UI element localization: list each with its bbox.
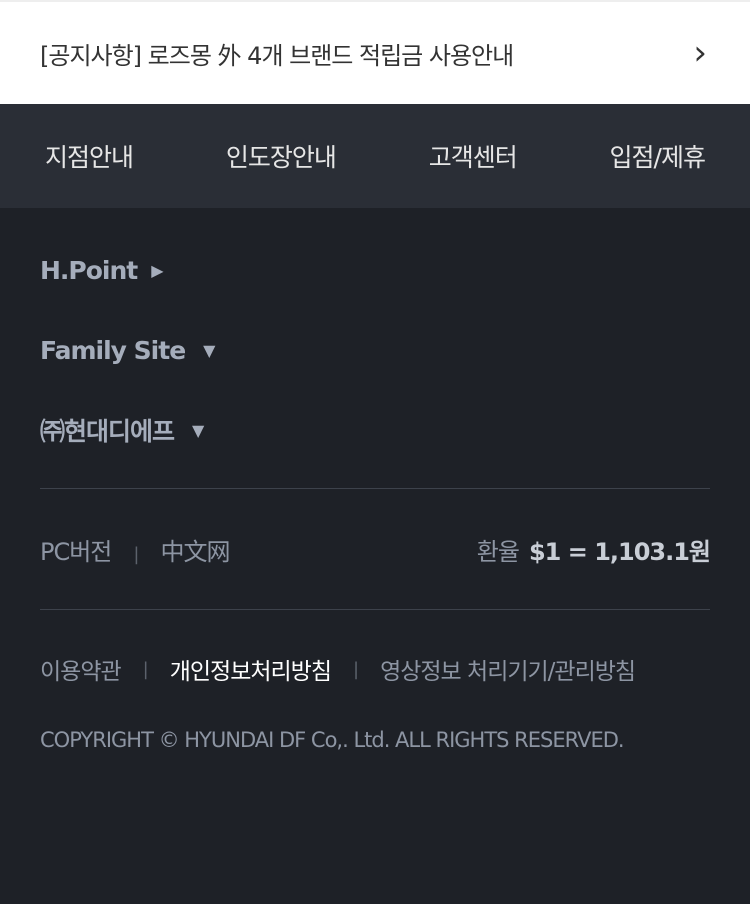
triangle-down-icon: ▼ [203, 340, 215, 360]
separator: | [353, 658, 359, 680]
separator: | [142, 658, 149, 680]
notice-text: [공지사항] 로즈몽 外 4개 브랜드 적립금 사용안내 [40, 41, 514, 70]
nav-customer-center[interactable]: 고객센터 [429, 138, 518, 174]
triangle-down-icon: ▼ [192, 420, 204, 440]
terms-link[interactable]: 이용약관 [40, 652, 122, 686]
rate-label: 환율 [476, 537, 520, 566]
nav-partnership[interactable]: 입점/제휴 [610, 138, 706, 174]
family-site-label: Family Site [40, 335, 186, 365]
copyright: COPYRIGHT © HYUNDAI DF Co,. Ltd. ALL RIG… [40, 728, 625, 752]
nav-store[interactable]: 지점안내 [45, 138, 134, 174]
footer-nav: 지점안내 인도장안내 고객센터 입점/제휴 [0, 104, 750, 208]
hpoint-label: H.Point [40, 255, 138, 285]
pc-version-link[interactable]: PC버전 [40, 538, 112, 566]
chinese-site-link[interactable]: 中文网 [160, 538, 230, 566]
company-dropdown[interactable]: ㈜현대디에프 ▼ [40, 390, 710, 470]
exchange-rate: 환율 $1 = 1,103.1원 [476, 532, 711, 567]
hpoint-link[interactable]: H.Point ▶ [40, 230, 710, 310]
triangle-right-icon: ▶ [151, 260, 163, 280]
family-site-dropdown[interactable]: Family Site ▼ [40, 310, 710, 390]
separator: | [133, 543, 139, 565]
nav-pickup[interactable]: 인도장안내 [226, 138, 337, 174]
privacy-policy-link[interactable]: 개인정보처리방침 [170, 652, 332, 686]
notice-banner[interactable]: [공지사항] 로즈몽 外 4개 브랜드 적립금 사용안내 › [0, 0, 750, 104]
cctv-policy-link[interactable]: 영상정보 처리기기/관리방침 [380, 652, 636, 686]
company-label: ㈜현대디에프 [40, 417, 175, 446]
rate-value: $1 = 1,103.1원 [528, 537, 711, 566]
chevron-right-icon: › [693, 33, 707, 73]
